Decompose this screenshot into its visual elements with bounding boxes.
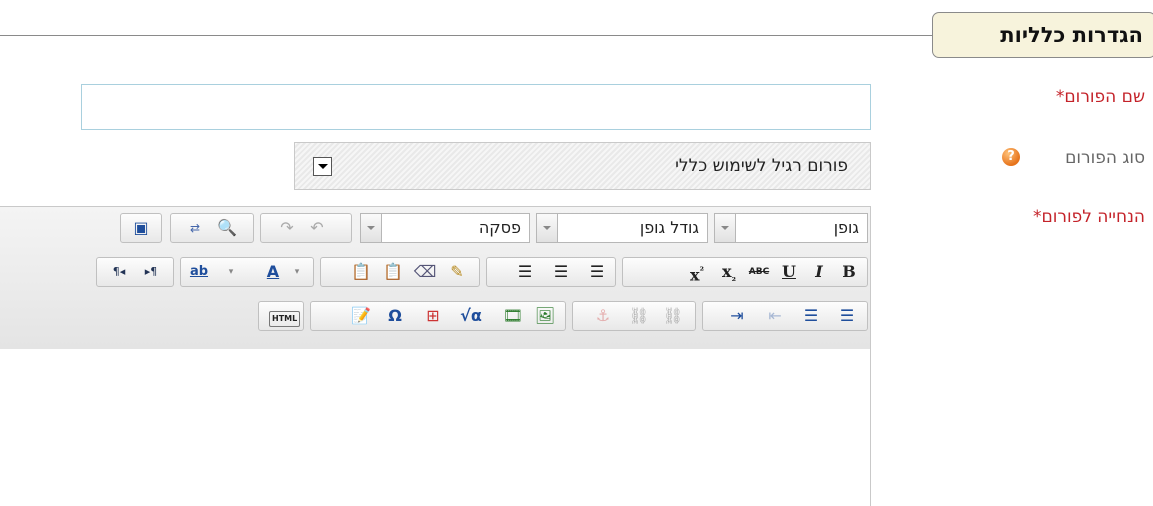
strikethrough-button[interactable]: ABC: [747, 261, 771, 283]
maximize-icon[interactable]: ▣: [129, 217, 153, 239]
insert-group: 🖼 🎞 √α ⊞ Ω 📝: [310, 301, 566, 331]
link-icon[interactable]: ⛓: [661, 305, 685, 327]
paragraph-format-combo[interactable]: פסקה: [360, 213, 530, 243]
dropdown-arrow-icon[interactable]: [313, 157, 332, 176]
direction-group: ▸¶ ¶◂: [96, 257, 174, 287]
forum-name-input[interactable]: [81, 84, 871, 130]
fullscreen-group: ▣: [120, 213, 162, 243]
superscript-button[interactable]: x²: [685, 261, 709, 285]
clipboard-group: ✎ ⌫ 📋 📋: [320, 257, 480, 287]
forum-instructions-label: הנחייה לפורום*: [1032, 207, 1145, 227]
superscript-label: x: [690, 265, 700, 285]
editor-content-area[interactable]: [0, 349, 870, 506]
font-color-button[interactable]: A: [261, 261, 285, 283]
font-size-combo-label: גודל גופן: [639, 218, 699, 237]
image-icon[interactable]: 🖼: [533, 305, 557, 327]
subscript-mark-icon: ₂: [731, 273, 736, 285]
special-char-button[interactable]: Ω: [383, 305, 407, 327]
redo-icon[interactable]: ↷: [275, 217, 299, 239]
source-group: HTML: [258, 301, 304, 331]
replace-icon[interactable]: ⇄: [183, 217, 207, 239]
help-icon[interactable]: ?: [1002, 148, 1020, 166]
font-size-combo[interactable]: גודל גופן: [536, 213, 708, 243]
find-replace-group: 🔍 ⇄: [170, 213, 254, 243]
align-group: ☰ ☰ ☰: [486, 257, 616, 287]
subscript-button[interactable]: x₂: [717, 261, 741, 285]
numbered-list-icon[interactable]: ☰: [799, 305, 823, 327]
section-divider: [0, 35, 935, 36]
undo-redo-group: ↶ ↷: [260, 213, 352, 243]
rich-text-editor: גופן גודל גופן פסקה ↶ ↷ 🔍 ⇄ ▣ B I U ABC …: [0, 206, 871, 506]
indent-icon[interactable]: ⇥: [725, 305, 749, 327]
highlight-button[interactable]: ab: [187, 261, 211, 283]
section-title: הגדרות כלליות: [932, 12, 1153, 58]
media-icon[interactable]: 🎞: [501, 305, 525, 327]
forum-type-label: סוג הפורום: [1065, 148, 1145, 168]
font-combo-label: גופן: [833, 218, 859, 237]
source-html-button[interactable]: HTML: [269, 305, 301, 327]
paragraph-format-label: פסקה: [478, 218, 521, 237]
ltr-button[interactable]: ▸¶: [139, 261, 163, 283]
underline-button[interactable]: U: [777, 261, 801, 283]
forum-type-select[interactable]: פורום רגיל לשימוש כללי: [294, 142, 871, 190]
bold-button[interactable]: B: [837, 261, 861, 283]
editor-toolbar: גופן גודל גופן פסקה ↶ ↷ 🔍 ⇄ ▣ B I U ABC …: [0, 206, 870, 350]
color-group: A ▾ ab ▾: [180, 257, 314, 287]
unlink-icon[interactable]: ⛓: [627, 305, 651, 327]
align-center-icon[interactable]: ☰: [549, 261, 573, 283]
subscript-label: x: [722, 262, 732, 281]
forum-type-selected: פורום רגיל לשימוש כללי: [675, 156, 848, 176]
html-tag-label: HTML: [269, 311, 301, 327]
chevron-down-icon[interactable]: [537, 214, 558, 242]
superscript-mark-icon: ²: [699, 266, 704, 277]
chevron-down-icon[interactable]: [361, 214, 382, 242]
list-group: ☰ ☰ ⇤ ⇥: [702, 301, 868, 331]
chevron-down-icon[interactable]: [715, 214, 736, 242]
edit-icon[interactable]: 📝: [349, 305, 373, 327]
formula-icon[interactable]: √α: [459, 305, 483, 327]
paste-text-icon[interactable]: 📋: [381, 261, 405, 283]
paste-word-icon[interactable]: 📋: [349, 261, 373, 283]
find-icon[interactable]: 🔍: [215, 217, 239, 239]
table-icon[interactable]: ⊞: [421, 305, 445, 327]
text-format-group: B I U ABC x₂ x²: [622, 257, 868, 287]
link-group: ⛓ ⛓ ⚓: [572, 301, 696, 331]
forum-name-label: שם הפורום*: [1055, 87, 1145, 107]
outdent-icon[interactable]: ⇤: [763, 305, 787, 327]
italic-button[interactable]: I: [807, 261, 831, 283]
format-painter-icon[interactable]: ✎: [445, 261, 469, 283]
undo-icon[interactable]: ↶: [305, 217, 329, 239]
chevron-down-icon[interactable]: ▾: [219, 261, 243, 283]
bullet-list-icon[interactable]: ☰: [835, 305, 859, 327]
chevron-down-icon[interactable]: ▾: [285, 261, 309, 283]
align-right-icon[interactable]: ☰: [513, 261, 537, 283]
rtl-button[interactable]: ¶◂: [107, 261, 131, 283]
font-combo[interactable]: גופן: [714, 213, 868, 243]
align-left-icon[interactable]: ☰: [585, 261, 609, 283]
eraser-icon[interactable]: ⌫: [413, 261, 437, 283]
anchor-icon[interactable]: ⚓: [591, 305, 615, 327]
